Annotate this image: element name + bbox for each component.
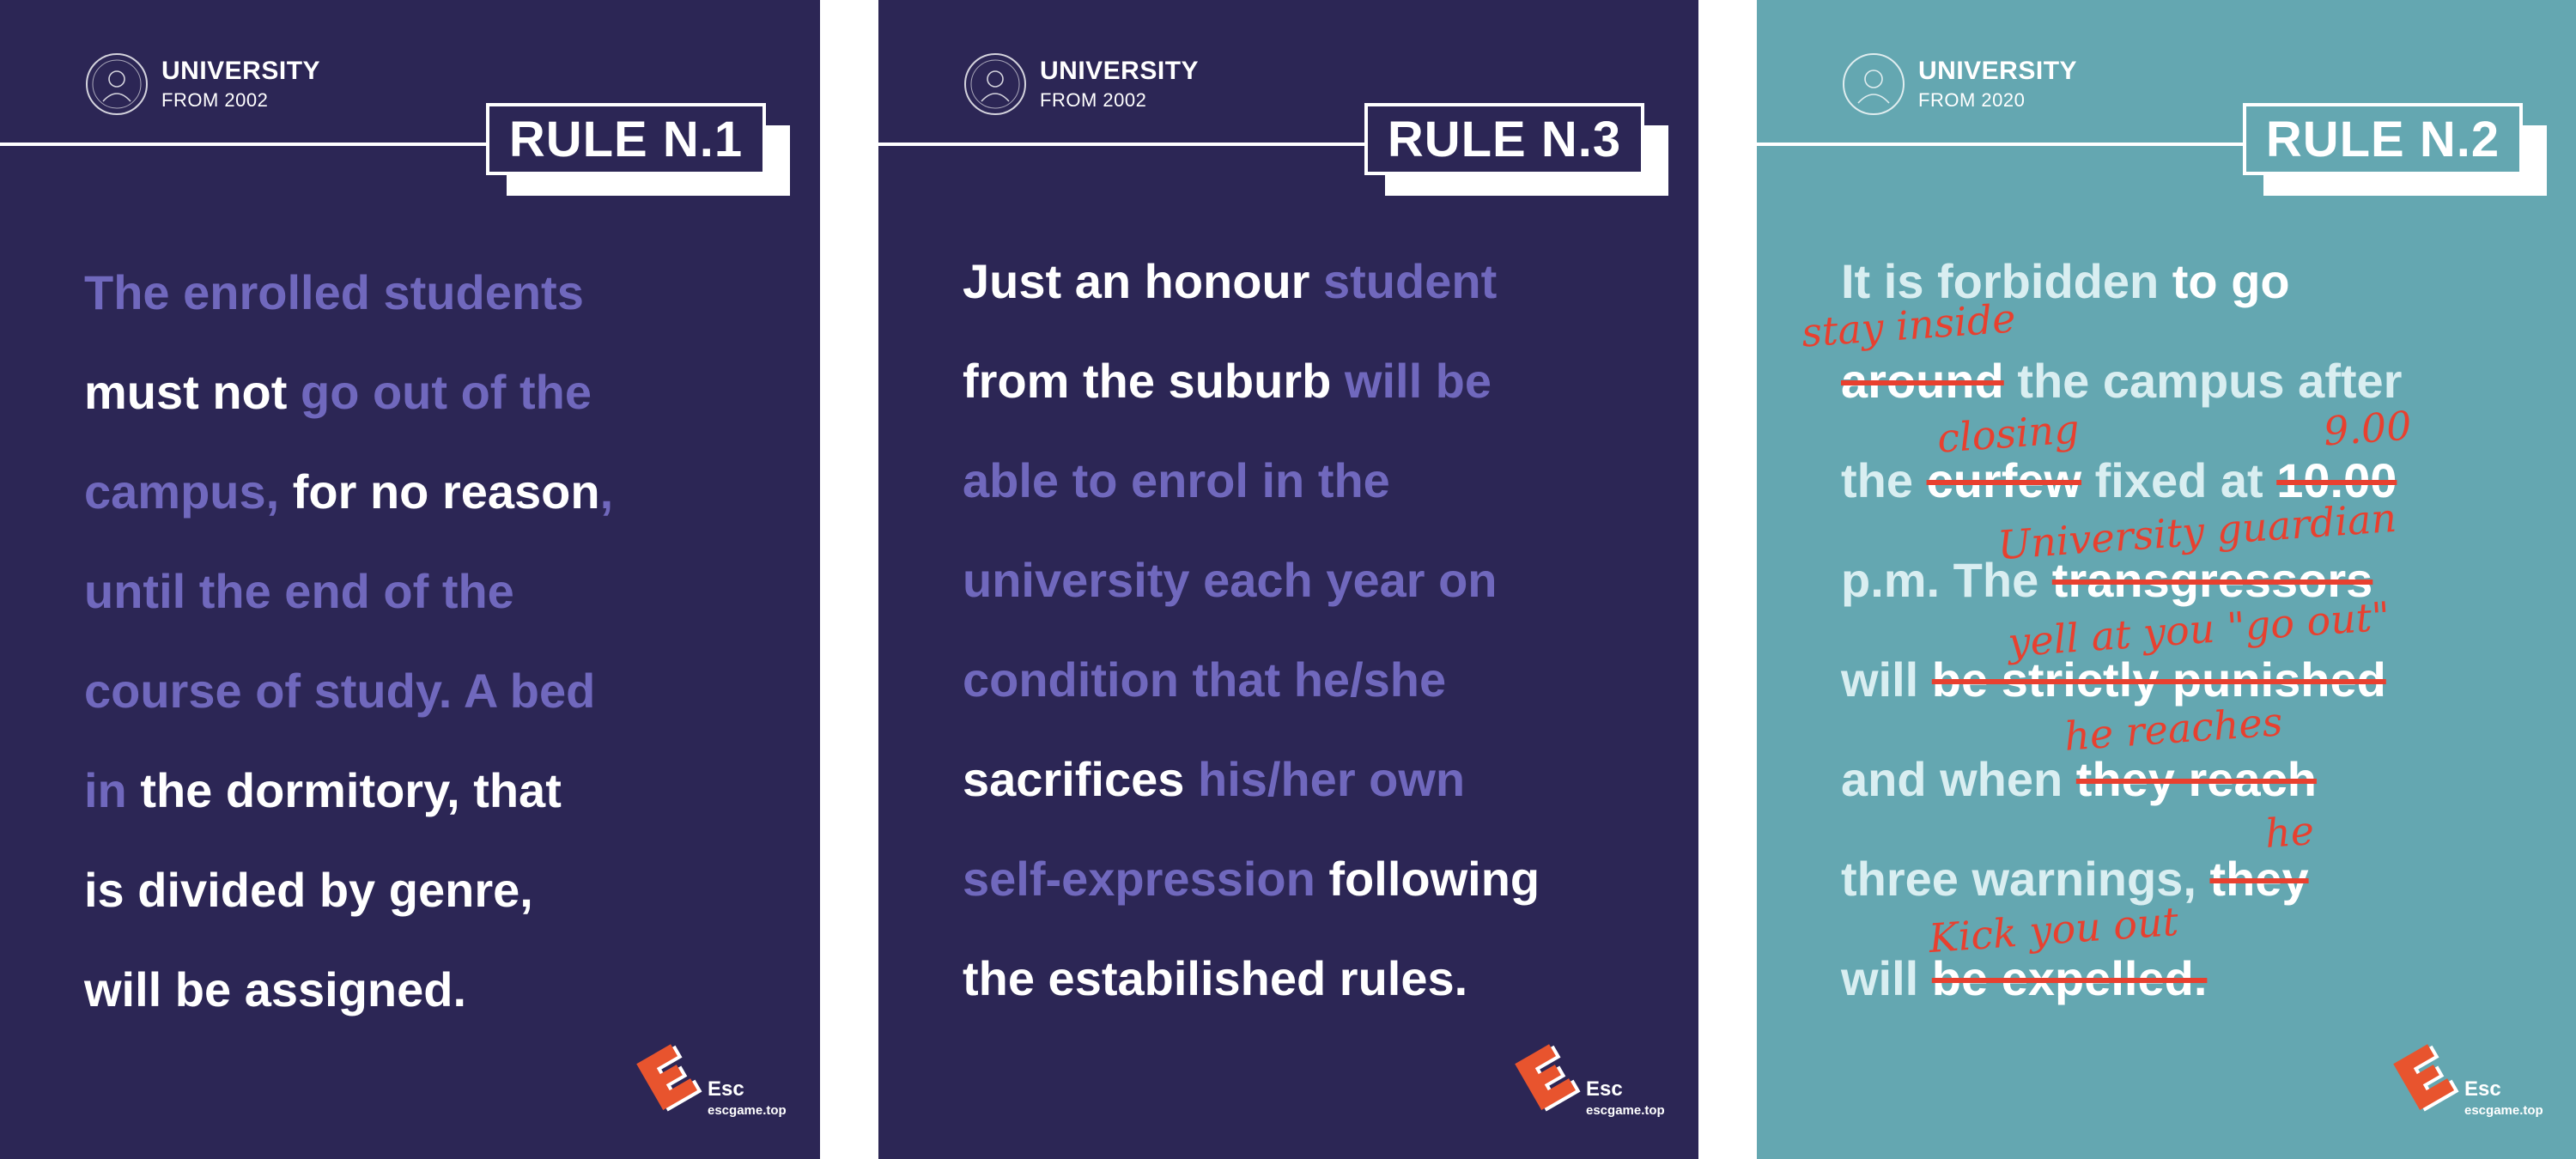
brand-name: Esc	[1586, 1077, 1623, 1101]
rule-text-span: course of study. A bed	[84, 664, 596, 718]
esc-logo-icon	[1515, 1044, 1581, 1112]
rule-text-span: the campus after	[2003, 354, 2403, 408]
brand-website: escgame.top	[2464, 1103, 2543, 1118]
struck-text: be expelled.	[1931, 951, 2208, 1005]
handwritten-correction: he	[2263, 807, 2316, 857]
rule-label: RULE N.3	[1364, 103, 1644, 175]
rule-text-span: following	[1315, 852, 1540, 906]
rule-text-span: sacrifices	[963, 752, 1185, 806]
header-divider	[0, 143, 488, 146]
rule-text-span: and when	[1841, 752, 2076, 806]
rule-label: RULE N.2	[2243, 103, 2523, 175]
university-seal-icon	[964, 53, 1026, 115]
rule-body: Just an honour student from the suburb w…	[963, 232, 1667, 1029]
rule-text-span: condition that he/she	[963, 652, 1447, 707]
university-name: UNIVERSITY	[1040, 57, 1200, 85]
rule-text-span: from the suburb	[963, 354, 1332, 408]
rule-text-span: must not	[84, 365, 288, 419]
rule-text-span: in	[84, 763, 127, 817]
rule-text-span: The enrolled students	[84, 265, 584, 319]
rule-line-1: Just an honour student	[963, 232, 1667, 331]
rule-text-span: the dormitory, that	[126, 763, 562, 817]
brand-website: escgame.top	[708, 1103, 787, 1118]
rule-line-4: until the end of the	[84, 542, 788, 641]
brand-name: Esc	[708, 1077, 744, 1101]
rule-label: RULE N.1	[486, 103, 766, 175]
rule-line-4: university each year on	[963, 531, 1667, 630]
poster-rule-2: UNIVERSITY FROM 2020 RULE N.2 It is forb…	[1757, 0, 2576, 1159]
rule-line-6: sacrifices his/her own	[963, 730, 1667, 829]
esc-logo-icon	[2393, 1044, 2459, 1112]
header-divider	[1757, 143, 2245, 146]
struck-text: be strictly punished	[1931, 652, 2386, 707]
rule-text-span: Just an honour	[963, 254, 1310, 308]
university-since: FROM 2002	[1040, 89, 1147, 111]
university-name: UNIVERSITY	[161, 57, 321, 85]
rule-text-span: student	[1309, 254, 1498, 308]
rule-text-span: ,	[599, 464, 614, 519]
rule-body: The enrolled students must not go out of…	[84, 243, 788, 1040]
rule-text-span: will	[1841, 652, 1932, 707]
rule-text-span: will be assigned.	[84, 962, 467, 1016]
rule-line-3: able to enrol in the	[963, 431, 1667, 531]
rule-line-7: self-expression following	[963, 829, 1667, 929]
university-name: UNIVERSITY	[1918, 57, 2078, 85]
rule-line-6: in the dormitory, that	[84, 741, 788, 840]
university-since: FROM 2002	[161, 89, 269, 111]
rule-text-span: his/her own	[1184, 752, 1466, 806]
rule-line-2: from the suburb will be	[963, 331, 1667, 431]
poster-rule-3: UNIVERSITY FROM 2002 RULE N.3 Just an ho…	[878, 0, 1698, 1159]
rule-text-span: will	[1841, 951, 1932, 1005]
rule-text-span: university each year on	[963, 553, 1498, 607]
handwritten-correction: 9.00	[2322, 402, 2414, 455]
rule-text-span: go out of the	[287, 365, 592, 419]
university-since: FROM 2020	[1918, 89, 2026, 111]
struck-text: they reach	[2075, 752, 2317, 806]
poster-rule-1: UNIVERSITY FROM 2002 RULE N.1 The enroll…	[0, 0, 820, 1159]
rule-text-span: self-expression	[963, 852, 1315, 906]
brand-website: escgame.top	[1586, 1103, 1665, 1118]
struck-text: around	[1841, 354, 2004, 408]
rule-text-span: is divided by genre,	[84, 863, 533, 917]
struck-text: curfew	[1926, 453, 2082, 507]
rule-text-span: to go	[2159, 254, 2290, 308]
rule-text-span: the	[1841, 453, 1927, 507]
rule-line-8: will be assigned.	[84, 940, 788, 1040]
rule-text-span: the estabilished rules.	[963, 951, 1468, 1005]
rule-text-span: until the end of the	[84, 564, 514, 618]
brand-name: Esc	[2464, 1077, 2501, 1101]
esc-logo-icon	[636, 1044, 702, 1112]
rule-line-3: campus, for no reason,	[84, 442, 788, 542]
struck-text: they	[2209, 852, 2309, 906]
rule-line-2: must not go out of the	[84, 343, 788, 442]
rule-text-span: fixed at	[2081, 453, 2277, 507]
handwritten-correction: closing	[1935, 405, 2081, 462]
rule-text-span: three warnings,	[1841, 852, 2210, 906]
rule-line-1: The enrolled students	[84, 243, 788, 343]
university-seal-icon	[86, 53, 148, 115]
rule-line-7: is divided by genre,	[84, 840, 788, 940]
rule-line-5: course of study. A bed	[84, 641, 788, 741]
header-divider	[878, 143, 1366, 146]
rule-text-span: able to enrol in the	[963, 453, 1390, 507]
rule-text-span: will be	[1331, 354, 1492, 408]
university-seal-icon	[1843, 53, 1905, 115]
rule-text-span: campus,	[84, 464, 280, 519]
rule-text-span: for no reason	[279, 464, 600, 519]
rule-line-5: condition that he/she	[963, 630, 1667, 730]
rule-line-8: the estabilished rules.	[963, 929, 1667, 1029]
